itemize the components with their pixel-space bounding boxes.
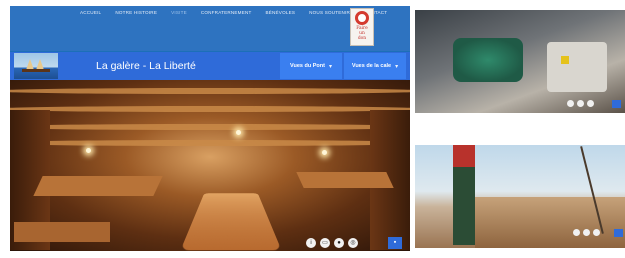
nav-item-benevoles[interactable]: BÉNÉVOLES bbox=[266, 10, 296, 15]
ceiling-beam bbox=[10, 106, 410, 112]
hull-shape bbox=[22, 69, 50, 72]
ceiling-beam bbox=[10, 140, 410, 146]
ceiling-lamp bbox=[86, 148, 91, 153]
engine-block bbox=[453, 38, 523, 82]
mast-top bbox=[453, 145, 475, 167]
title-bar: La galère - La Liberté Vues du Pont ▾ Vu… bbox=[10, 52, 410, 80]
hold-views-label: Vues de la cale bbox=[351, 63, 392, 69]
location-icon[interactable]: ● bbox=[334, 238, 344, 248]
share-icon[interactable] bbox=[577, 100, 584, 107]
nav-item-histoire[interactable]: NOTRE HISTOIRE bbox=[115, 10, 157, 15]
ship-deck bbox=[475, 197, 625, 248]
fullscreen-icon[interactable]: ▪ bbox=[388, 237, 402, 249]
location-icon[interactable] bbox=[587, 100, 594, 107]
preview-controls bbox=[573, 229, 600, 236]
hold-views-dropdown[interactable]: Vues de la cale ▾ bbox=[344, 53, 406, 79]
nav-item-visite[interactable]: VISITE bbox=[171, 10, 187, 15]
bench-table bbox=[33, 176, 163, 196]
deck-views-dropdown[interactable]: Vues du Pont ▾ bbox=[280, 53, 342, 79]
share-icon[interactable] bbox=[583, 229, 590, 236]
nav-item-accueil[interactable]: ACCUEIL bbox=[80, 10, 101, 15]
ceiling-lamp bbox=[322, 150, 327, 155]
machinery bbox=[547, 42, 607, 92]
top-navigation: ACCUEIL NOTRE HISTOIRE VISITE CONFRATERN… bbox=[10, 6, 410, 51]
chevron-down-icon: ▾ bbox=[395, 63, 399, 70]
nav-links: ACCUEIL NOTRE HISTOIRE VISITE CONFRATERN… bbox=[80, 10, 387, 15]
ship-thumbnail[interactable] bbox=[14, 53, 58, 79]
page-title: La galère - La Liberté bbox=[96, 60, 196, 72]
main-viewer-panel: ACCUEIL NOTRE HISTOIRE VISITE CONFRATERN… bbox=[10, 6, 410, 251]
info-icon[interactable]: i bbox=[306, 238, 316, 248]
fullscreen-icon[interactable] bbox=[612, 100, 621, 108]
deck-preview[interactable] bbox=[415, 145, 625, 248]
ceiling-beam bbox=[10, 88, 410, 94]
page: ACCUEIL NOTRE HISTOIRE VISITE CONFRATERN… bbox=[0, 0, 625, 258]
nav-item-confraternement[interactable]: CONFRATERNEMENT bbox=[201, 10, 252, 15]
covered-mast bbox=[453, 145, 475, 245]
warning-label bbox=[561, 56, 569, 64]
share-icon[interactable]: ▭ bbox=[320, 238, 330, 248]
deck-views-label: Vues du Pont bbox=[290, 63, 325, 69]
viewer-toolbar: i ▭ ● ◎ bbox=[306, 238, 358, 248]
chevron-down-icon: ▾ bbox=[328, 63, 332, 70]
info-icon[interactable] bbox=[573, 229, 580, 236]
preview-controls bbox=[567, 100, 594, 107]
info-icon[interactable] bbox=[567, 100, 574, 107]
engine-room-preview[interactable] bbox=[415, 10, 625, 113]
central-table bbox=[180, 193, 282, 251]
donate-button[interactable]: Faire un don bbox=[350, 8, 374, 46]
nav-item-soutenir[interactable]: NOUS SOUTENIR bbox=[309, 10, 350, 15]
fullscreen-icon[interactable] bbox=[614, 229, 623, 237]
ceiling-beam bbox=[10, 124, 410, 130]
bench-table bbox=[296, 172, 394, 188]
donate-line-3: don bbox=[357, 36, 367, 41]
location-icon[interactable] bbox=[593, 229, 600, 236]
bench-table bbox=[14, 222, 110, 242]
ceiling-lamp bbox=[236, 130, 241, 135]
vr-icon[interactable]: ◎ bbox=[348, 238, 358, 248]
panorama-view[interactable]: i ▭ ● ◎ ▪ bbox=[10, 80, 410, 251]
lifebuoy-icon bbox=[355, 11, 369, 25]
